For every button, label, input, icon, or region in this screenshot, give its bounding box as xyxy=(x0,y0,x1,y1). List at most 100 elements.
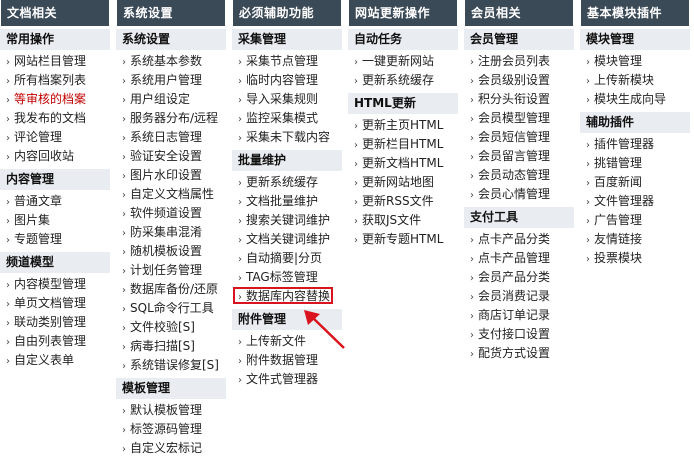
menu-item[interactable]: › 内容模型管理 xyxy=(0,275,110,294)
menu-item[interactable]: › 图片水印设置 xyxy=(116,166,226,185)
menu-item[interactable]: › 图片集 xyxy=(0,211,110,230)
menu-item[interactable]: › 数据库备份/还原 xyxy=(116,280,226,299)
menu-item[interactable]: › 文档关键词维护 xyxy=(232,230,342,249)
menu-item-label: 百度新闻 xyxy=(594,175,643,189)
menu-item[interactable]: › SQL命令行工具 xyxy=(116,299,226,318)
menu-item[interactable]: › 点卡产品管理 xyxy=(464,249,574,268)
menu-item[interactable]: › 友情链接 xyxy=(580,230,690,249)
menu-item[interactable]: › 联动类别管理 xyxy=(0,313,110,332)
menu-item[interactable]: › 采集未下载内容 xyxy=(232,128,342,147)
menu-item[interactable]: › 计划任务管理 xyxy=(116,261,226,280)
menu-item[interactable]: › 自定义宏标记 xyxy=(116,439,226,458)
menu-item[interactable]: › 数据库内容替换 xyxy=(232,287,342,306)
column-header[interactable]: 会员相关 xyxy=(464,0,574,26)
menu-item[interactable]: › 网站栏目管理 xyxy=(0,52,110,71)
menu-item[interactable]: › 搜索关键词维护 xyxy=(232,211,342,230)
menu-item[interactable]: › 上传新模块 xyxy=(580,71,690,90)
menu-item[interactable]: › 系统用户管理 xyxy=(116,71,226,90)
menu-item[interactable]: › 评论管理 xyxy=(0,128,110,147)
menu-item[interactable]: › 临时内容管理 xyxy=(232,71,342,90)
menu-item[interactable]: › 更新系统缓存 xyxy=(232,173,342,192)
menu-item[interactable]: › 自定义文档属性 xyxy=(116,185,226,204)
menu-item[interactable]: › 导入采集规则 xyxy=(232,90,342,109)
menu-item[interactable]: › 百度新闻 xyxy=(580,173,690,192)
menu-item[interactable]: › 系统基本参数 xyxy=(116,52,226,71)
menu-item-label: 系统基本参数 xyxy=(130,54,203,68)
menu-item[interactable]: › 点卡产品分类 xyxy=(464,230,574,249)
menu-item[interactable]: › 模块管理 xyxy=(580,52,690,71)
menu-item[interactable]: › 用户组设定 xyxy=(116,90,226,109)
menu-item[interactable]: › 附件数据管理 xyxy=(232,351,342,370)
menu-item[interactable]: › 等审核的档案 xyxy=(0,90,110,109)
bullet-icon: › xyxy=(238,375,242,386)
bullet-icon: › xyxy=(238,76,242,87)
menu-item[interactable]: › 系统日志管理 xyxy=(116,128,226,147)
menu-item[interactable]: › 我发布的文档 xyxy=(0,109,110,128)
menu-item[interactable]: › 内容回收站 xyxy=(0,147,110,166)
menu-item[interactable]: › 会员心情管理 xyxy=(464,185,574,204)
menu-item[interactable]: › 注册会员列表 xyxy=(464,52,574,71)
menu-item[interactable]: › 单页文档管理 xyxy=(0,294,110,313)
menu-item[interactable]: › 更新文档HTML xyxy=(348,154,458,173)
section-title: 常用操作 xyxy=(0,29,110,50)
column-header[interactable]: 网站更新操作 xyxy=(348,0,458,26)
column-header[interactable]: 必须辅助功能 xyxy=(232,0,342,26)
menu-item[interactable]: › 所有档案列表 xyxy=(0,71,110,90)
menu-item[interactable]: › 自定义表单 xyxy=(0,351,110,370)
menu-item[interactable]: › 挑错管理 xyxy=(580,154,690,173)
menu-item[interactable]: › 获取JS文件 xyxy=(348,211,458,230)
menu-item[interactable]: › 模块生成向导 xyxy=(580,90,690,109)
menu-item[interactable]: › 积分头衔设置 xyxy=(464,90,574,109)
menu-item[interactable]: › 会员消费记录 xyxy=(464,287,574,306)
menu-item[interactable]: › 默认模板管理 xyxy=(116,401,226,420)
column-header[interactable]: 基本模块插件 xyxy=(580,0,690,26)
menu-item[interactable]: › 普通文章 xyxy=(0,192,110,211)
menu-item[interactable]: › 会员产品分类 xyxy=(464,268,574,287)
menu-item[interactable]: › 插件管理器 xyxy=(580,135,690,154)
menu-item[interactable]: › 自动摘要|分页 xyxy=(232,249,342,268)
menu-item[interactable]: › 更新系统缓存 xyxy=(348,71,458,90)
menu-item[interactable]: › 会员留言管理 xyxy=(464,147,574,166)
bullet-icon: › xyxy=(238,337,242,348)
menu-item-label: 数据库内容替换 xyxy=(246,289,331,303)
menu-item[interactable]: › 配货方式设置 xyxy=(464,344,574,363)
menu-item-label: 上传新文件 xyxy=(246,334,307,348)
menu-item[interactable]: › 广告管理 xyxy=(580,211,690,230)
menu-item[interactable]: › 会员动态管理 xyxy=(464,166,574,185)
menu-item[interactable]: › 标签源码管理 xyxy=(116,420,226,439)
menu-item[interactable]: › 系统错误修复[S] xyxy=(116,356,226,375)
menu-item[interactable]: › 文件管理器 xyxy=(580,192,690,211)
menu-item[interactable]: › 会员级别设置 xyxy=(464,71,574,90)
menu-item[interactable]: › 软件频道设置 xyxy=(116,204,226,223)
bullet-icon: › xyxy=(6,356,10,367)
menu-item[interactable]: › 监控采集模式 xyxy=(232,109,342,128)
menu-item[interactable]: › 病毒扫描[S] xyxy=(116,337,226,356)
menu-item[interactable]: › 商店订单记录 xyxy=(464,306,574,325)
menu-item[interactable]: › 支付接口设置 xyxy=(464,325,574,344)
column-header[interactable]: 文档相关 xyxy=(0,0,110,26)
menu-item[interactable]: › 一键更新网站 xyxy=(348,52,458,71)
bullet-icon: › xyxy=(470,330,474,341)
menu-item[interactable]: › 验证安全设置 xyxy=(116,147,226,166)
menu-item[interactable]: › 自由列表管理 xyxy=(0,332,110,351)
menu-item[interactable]: › 更新网站地图 xyxy=(348,173,458,192)
menu-item[interactable]: › 会员短信管理 xyxy=(464,128,574,147)
menu-item[interactable]: › 采集节点管理 xyxy=(232,52,342,71)
menu-item[interactable]: › 更新专题HTML xyxy=(348,230,458,249)
bullet-icon: › xyxy=(586,197,590,208)
menu-item[interactable]: › 文档批量维护 xyxy=(232,192,342,211)
menu-item[interactable]: › 更新RSS文件 xyxy=(348,192,458,211)
bullet-icon: › xyxy=(354,121,358,132)
menu-item[interactable]: › 专题管理 xyxy=(0,230,110,249)
menu-item[interactable]: › 更新栏目HTML xyxy=(348,135,458,154)
menu-item[interactable]: › 防采集串混淆 xyxy=(116,223,226,242)
menu-item[interactable]: › 随机模板设置 xyxy=(116,242,226,261)
menu-item[interactable]: › 文件校验[S] xyxy=(116,318,226,337)
menu-item[interactable]: › TAG标签管理 xyxy=(232,268,342,287)
column-header[interactable]: 系统设置 xyxy=(116,0,226,26)
menu-item[interactable]: › 文件式管理器 xyxy=(232,370,342,389)
menu-item[interactable]: › 会员模型管理 xyxy=(464,109,574,128)
menu-item[interactable]: › 服务器分布/远程 xyxy=(116,109,226,128)
menu-item[interactable]: › 更新主页HTML xyxy=(348,116,458,135)
menu-item[interactable]: › 投票模块 xyxy=(580,249,690,268)
